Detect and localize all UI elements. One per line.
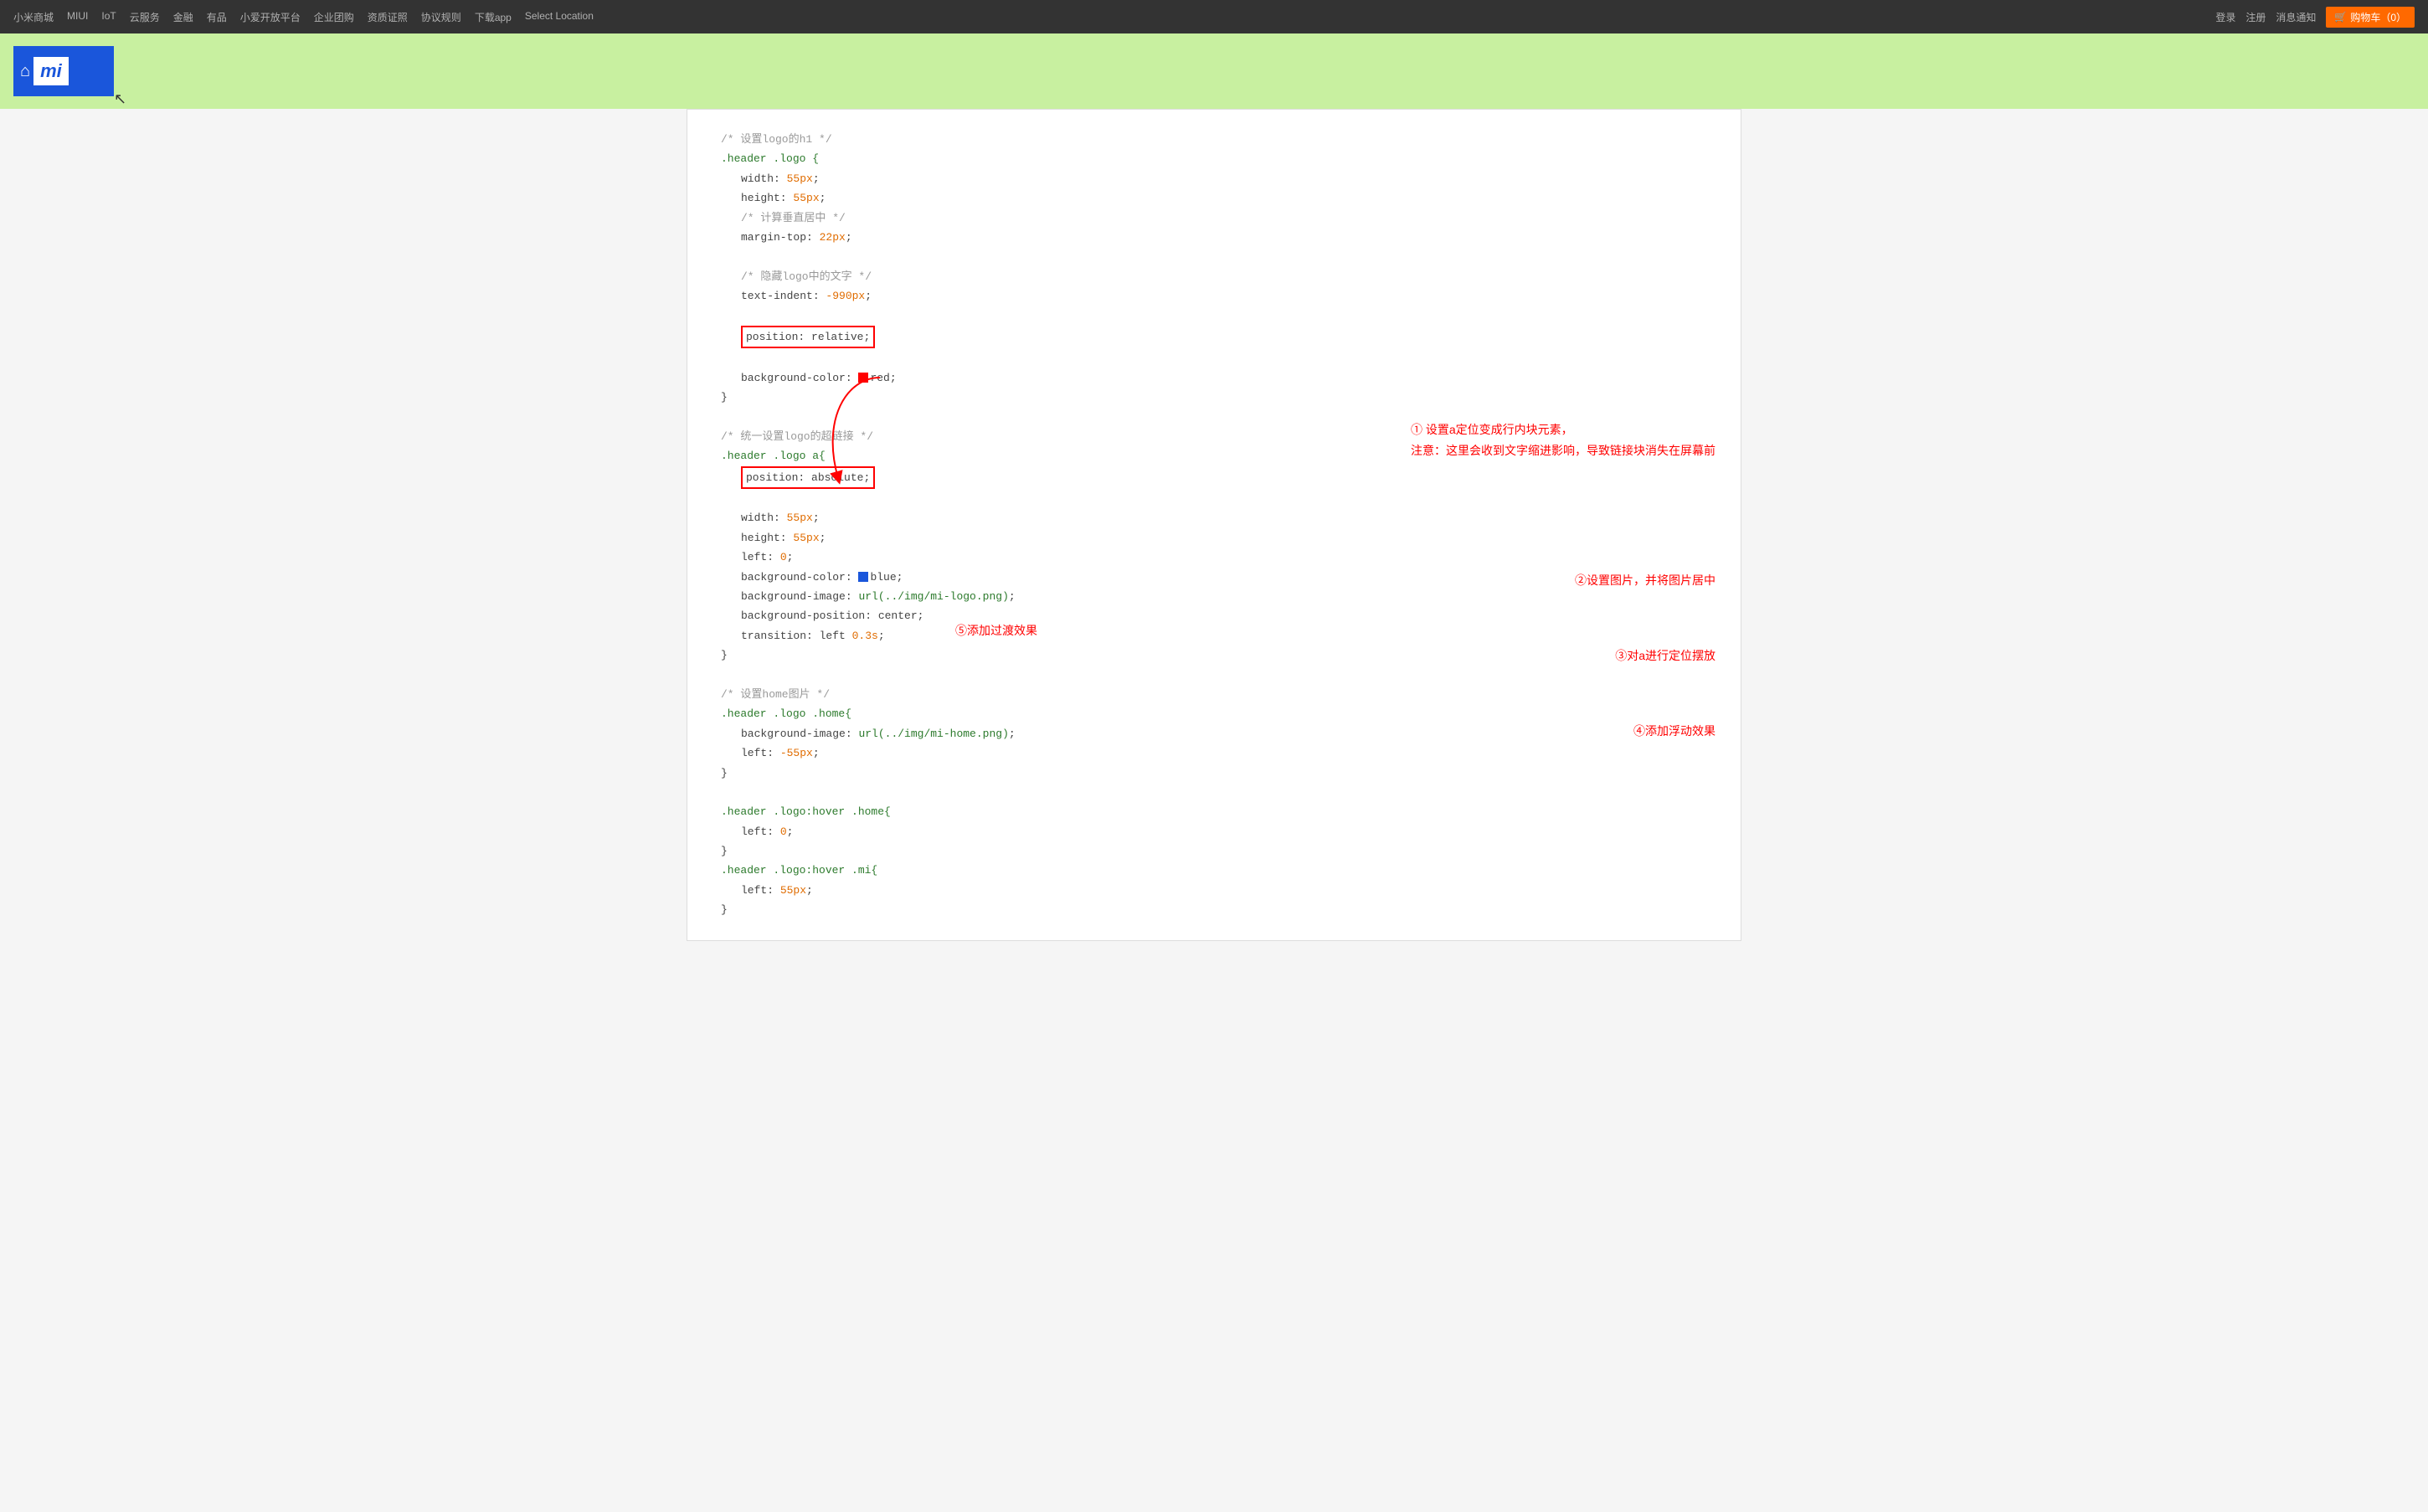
nav-link-location[interactable]: Select Location (525, 10, 594, 24)
prop-width: width: 55px; (741, 172, 820, 185)
nav-link-cert[interactable]: 资质证照 (368, 10, 408, 24)
nav-link-cloud[interactable]: 云服务 (130, 10, 160, 24)
comment-home-img: /* 设置home图片 */ (721, 688, 830, 701)
annotation-5-text: ⑤添加过渡效果 (955, 620, 1037, 641)
annotation-1-text: ① 设置a定位变成行内块元素， (1411, 419, 1716, 440)
selector-hover-mi: .header .logo:hover .mi{ (721, 864, 877, 877)
code-indent-block-5: left: 55px; (741, 881, 1721, 900)
nav-link-iot[interactable]: IoT (101, 10, 116, 24)
nav-register[interactable]: 注册 (2245, 10, 2266, 24)
selector-header-logo-a: .header .logo a{ (721, 450, 826, 462)
home-icon: ⌂ (20, 62, 30, 81)
prop-height: height: 55px; (741, 192, 826, 204)
annotation-1-note: 注意：这里会收到文字缩进影响，导致链接块消失在屏幕前 (1411, 440, 1716, 461)
nav-bar: 小米商城 MIUI IoT 云服务 金融 有品 小爱开放平台 企业团购 资质证照… (0, 0, 2428, 33)
comment-vertical-center: /* 计算垂直居中 */ (741, 212, 846, 224)
annotation-4: ④添加浮动效果 (1633, 721, 1716, 742)
code-indent-block: width: 55px; height: 55px; /* 计算垂直居中 */ … (741, 169, 1721, 388)
close-brace-3: } (721, 767, 728, 779)
nav-link-protocol[interactable]: 协议规则 (421, 10, 461, 24)
code-panel: /* 设置logo的h1 */ .header .logo { width: 5… (687, 109, 1741, 941)
nav-cart[interactable]: 🛒 购物车（0） (2326, 7, 2415, 28)
nav-notifications[interactable]: 消息通知 (2276, 10, 2316, 24)
code-indent-block-3: background-image: url(../img/mi-home.png… (741, 724, 1721, 764)
arrow-svg (830, 369, 897, 503)
prop-bgcolor-blue: background-color: blue; (741, 571, 903, 584)
prop-margin-top: margin-top: 22px; (741, 231, 852, 244)
nav-link-xiaoai[interactable]: 小爱开放平台 (240, 10, 301, 24)
header-banner: ⌂ mi ↖ (0, 33, 2428, 109)
cursor-indicator: ↖ (114, 90, 126, 108)
prop-left: left: 0; (741, 551, 793, 563)
code-content: /* 设置logo的h1 */ .header .logo { width: 5… (721, 130, 1721, 920)
selector-hover-home: .header .logo:hover .home{ (721, 805, 891, 818)
comment-hide-text: /* 隐藏logo中的文字 */ (741, 270, 872, 283)
nav-left: 小米商城 MIUI IoT 云服务 金融 有品 小爱开放平台 企业团购 资质证照… (13, 10, 2215, 24)
nav-right: 登录 注册 消息通知 🛒 购物车（0） (2215, 7, 2415, 28)
annotation-4-text: ④添加浮动效果 (1633, 721, 1716, 742)
prop-left-neg: left: -55px; (741, 747, 820, 759)
mi-logo: mi (33, 57, 69, 85)
nav-login[interactable]: 登录 (2215, 10, 2235, 24)
close-brace-4: } (721, 845, 728, 857)
nav-link-youpin[interactable]: 有品 (207, 10, 227, 24)
prop-bg-position: background-position: center; (741, 609, 923, 622)
annotation-3: ③对a进行定位摆放 (1615, 645, 1716, 666)
nav-link-download[interactable]: 下载app (475, 10, 512, 24)
logo-block[interactable]: ⌂ mi (13, 46, 114, 96)
close-brace-1: } (721, 391, 728, 404)
prop-width-2: width: 55px; (741, 512, 820, 524)
nav-link-finance[interactable]: 金融 (173, 10, 193, 24)
close-brace-5: } (721, 903, 728, 916)
annotation-1-title: ① 设置a定位变成行内块元素， 注意：这里会收到文字缩进影响，导致链接块消失在屏… (1411, 419, 1716, 461)
annotation-2-text: ②设置图片，并将图片居中 (1575, 570, 1716, 591)
prop-height-2: height: 55px; (741, 532, 826, 544)
prop-text-indent: text-indent: -990px; (741, 290, 872, 302)
highlight-position-relative: position: relative; (741, 326, 875, 348)
cart-label: 购物车（0） (2350, 10, 2406, 24)
comment-logo-h1: /* 设置logo的h1 */ (721, 133, 832, 146)
prop-bg-image-home: background-image: url(../img/mi-home.png… (741, 728, 1016, 740)
close-brace-2: } (721, 649, 728, 661)
nav-link-miui[interactable]: MIUI (67, 10, 88, 24)
selector-header-logo-home: .header .logo .home{ (721, 707, 851, 720)
prop-bg-image: background-image: url(../img/mi-logo.png… (741, 590, 1016, 603)
nav-link-enterprise[interactable]: 企业团购 (314, 10, 354, 24)
nav-link-xiaomi[interactable]: 小米商城 (13, 10, 54, 24)
annotation-5: ⑤添加过渡效果 (955, 620, 1037, 641)
code-indent-block-4: left: 0; (741, 822, 1721, 841)
prop-transition: transition: left 0.3s; (741, 630, 885, 642)
cart-icon: 🛒 (2334, 11, 2347, 23)
selector-header-logo: .header .logo { (721, 152, 819, 165)
prop-left-hover-home: left: 0; (741, 825, 793, 838)
prop-left-hover-mi: left: 55px; (741, 884, 813, 897)
annotation-2: ②设置图片，并将图片居中 (1575, 570, 1716, 591)
annotation-3-text: ③对a进行定位摆放 (1615, 645, 1716, 666)
